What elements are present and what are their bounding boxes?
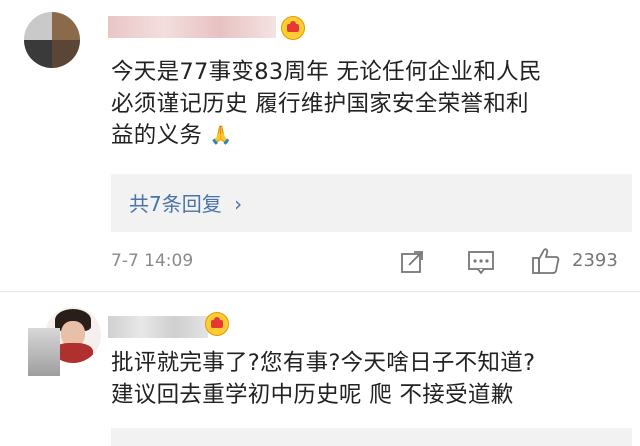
- username-blurred[interactable]: [108, 16, 276, 38]
- reply-box[interactable]: [111, 428, 632, 446]
- comment-text-line: 今天是77事变83周年 无论任何企业和人民: [111, 59, 542, 85]
- comment-text: 今天是77事变83周年 无论任何企业和人民 必须谨记历史 履行维护国家安全荣誉和…: [111, 57, 631, 152]
- pray-emoji: 🙏: [209, 125, 233, 146]
- chevron-right-icon: ›: [234, 192, 243, 216]
- comment-text: 批评就完事了?您有事?今天啥日子不知道? 建议回去重学初中历史呢 爬 不接受道歉: [111, 348, 631, 411]
- timestamp: 7-7 14:09: [111, 251, 194, 271]
- avatar[interactable]: [24, 12, 80, 68]
- comment-text-segment: 益的义务: [111, 122, 203, 149]
- reply-box[interactable]: 共7条回复 ›: [111, 174, 632, 232]
- thumbs-up-icon[interactable]: [531, 247, 561, 279]
- comment-text-line: 批评就完事了?您有事?今天啥日子不知道?: [111, 350, 536, 376]
- comment-text-line: 必须谨记历史 履行维护国家安全荣誉和利: [111, 90, 529, 117]
- comment-meta-row: 7-7 14:09 2393: [111, 247, 631, 277]
- comment-text-line: 益的义务 🙏: [111, 120, 631, 152]
- comment-1: 今天是77事变83周年 无论任何企业和人民 必须谨记历史 履行维护国家安全荣誉和…: [0, 0, 640, 290]
- comment-text-line: 建议回去重学初中历史呢 爬 不接受道歉: [111, 381, 514, 408]
- username-blurred[interactable]: [108, 316, 208, 338]
- share-icon[interactable]: [399, 249, 425, 279]
- avatar-blur-overlay: [28, 328, 60, 376]
- comment-icon[interactable]: [467, 250, 495, 278]
- vip-badge-icon: [205, 312, 229, 336]
- view-replies-link[interactable]: 共7条回复 ›: [129, 188, 242, 217]
- vip-badge-icon: [281, 16, 305, 40]
- like-count: 2393: [572, 250, 618, 271]
- comment-2: 批评就完事了?您有事?今天啥日子不知道? 建议回去重学初中历史呢 爬 不接受道歉: [0, 292, 640, 446]
- reply-count-label: 共7条回复: [129, 192, 222, 216]
